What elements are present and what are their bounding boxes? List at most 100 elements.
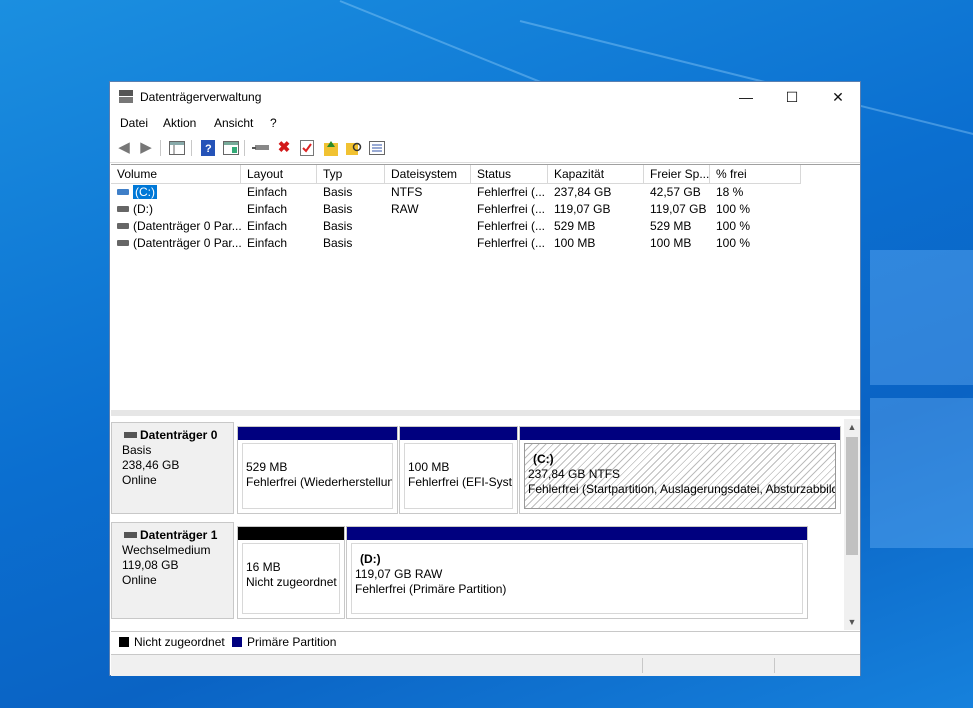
free-cell: 42,57 GB — [650, 185, 701, 199]
partition-size: 237,84 GB NTFS — [528, 467, 621, 481]
forward-icon[interactable]: ▶ — [136, 138, 156, 158]
filesystem-cell: NTFS — [391, 185, 423, 199]
filesystem-cell — [385, 218, 471, 235]
percent-cell: 100 % — [716, 202, 751, 216]
partition-size: 119,07 GB RAW — [355, 567, 443, 581]
layout-cell: Einfach — [247, 219, 288, 233]
column-layout[interactable]: Layout — [241, 165, 317, 183]
help-icon[interactable]: ? — [198, 138, 218, 158]
partition-size: 529 MB — [246, 460, 288, 474]
disk-management-window: Datenträgerverwaltung — ☐ ✕ Datei Aktion… — [109, 81, 861, 676]
maximize-button[interactable]: ☐ — [769, 82, 815, 112]
wallpaper-pane — [870, 250, 973, 385]
title-bar[interactable]: Datenträgerverwaltung — ☐ ✕ — [110, 82, 860, 112]
legend-label-primary: Primäre Partition — [247, 635, 337, 649]
capacity-cell: 119,07 GB — [554, 202, 611, 216]
layout-cell: Einfach — [247, 202, 288, 216]
move-up-icon[interactable] — [321, 138, 341, 158]
volume-list[interactable]: Volume Layout Typ Dateisystem Status Kap… — [111, 164, 860, 411]
status-cell: Fehlerfrei (... — [477, 185, 546, 199]
disk-management-icon — [119, 90, 133, 103]
delete-icon[interactable]: ✖ — [274, 138, 294, 158]
percent-cell: 100 % — [716, 236, 751, 250]
close-button[interactable]: ✕ — [815, 82, 861, 112]
partition-title: (D:) — [360, 552, 381, 566]
filesystem-cell: RAW — [391, 202, 419, 216]
column-dateisystem[interactable]: Dateisystem — [385, 165, 471, 183]
status-cell: Fehlerfrei (... — [477, 236, 546, 250]
volume-name: (D:) — [133, 202, 153, 216]
filesystem-cell — [385, 235, 471, 252]
partition-status: Fehlerfrei (Primäre Partition) — [355, 582, 507, 596]
list-header: Volume Layout Typ Dateisystem Status Kap… — [111, 165, 801, 184]
svg-text:?: ? — [205, 143, 212, 155]
legend-swatch-primary — [232, 637, 242, 647]
disk-size: 119,08 GB — [122, 558, 179, 572]
status-cell: Fehlerfrei (... — [477, 219, 546, 233]
column-freier-speicher[interactable]: Freier Sp... — [644, 165, 710, 183]
table-row[interactable]: (D:) Einfach Basis RAW Fehlerfrei (... 1… — [111, 201, 801, 218]
scroll-thumb[interactable] — [846, 437, 858, 555]
wallpaper-pane — [870, 398, 973, 548]
percent-cell: 100 % — [716, 219, 751, 233]
disk-type: Basis — [122, 443, 152, 457]
column-status[interactable]: Status — [471, 165, 548, 183]
column-kapazitaet[interactable]: Kapazität — [548, 165, 644, 183]
partition-status: Fehlerfrei (Startpartition, Auslagerungs… — [528, 482, 836, 496]
view-icon[interactable] — [221, 138, 241, 158]
partition-recovery[interactable]: 529 MB Fehlerfrei (Wiederherstellun — [237, 426, 398, 514]
volume-name: (Datenträger 0 Par... — [133, 236, 241, 250]
properties-icon[interactable] — [297, 138, 317, 158]
back-icon[interactable]: ◀ — [114, 138, 134, 158]
menu-bar: Datei Aktion Ansicht ? — [110, 112, 860, 134]
percent-cell: 18 % — [716, 185, 744, 199]
partition-size: 16 MB — [246, 560, 281, 574]
minimize-button[interactable]: — — [723, 82, 769, 112]
disk-size: 238,46 GB — [122, 458, 180, 472]
disk-state: Online — [122, 473, 157, 487]
vertical-scrollbar[interactable]: ▲ ▼ — [844, 419, 860, 630]
toolbar: ◀ ▶ ? ✖ — [110, 134, 860, 163]
partition-status: Nicht zugeordnet — [246, 575, 337, 589]
menu-ansicht[interactable]: Ansicht — [214, 116, 253, 130]
layout-cell: Einfach — [247, 236, 288, 250]
connect-icon[interactable] — [251, 138, 271, 158]
disk-name: Datenträger 0 — [122, 428, 233, 443]
volume-name: (Datenträger 0 Par... — [133, 219, 241, 233]
layout-cell: Einfach — [247, 185, 288, 199]
disk-graph-pane: Datenträger 0 Basis 238,46 GB Online 529… — [111, 416, 860, 630]
table-row[interactable]: (C:) Einfach Basis NTFS Fehlerfrei (... … — [111, 184, 801, 201]
partition-d[interactable]: (D:) 119,07 GB RAW Fehlerfrei (Primäre P… — [346, 526, 808, 619]
menu-datei[interactable]: Datei — [120, 116, 148, 130]
partition-size: 100 MB — [408, 460, 450, 474]
disk-0-label[interactable]: Datenträger 0 Basis 238,46 GB Online — [111, 422, 234, 514]
disk-state: Online — [122, 573, 157, 587]
status-bar — [111, 654, 860, 676]
scroll-up-icon[interactable]: ▲ — [844, 419, 860, 435]
partition-title: (C:) — [533, 452, 554, 466]
column-prozent-frei[interactable]: % frei — [710, 165, 801, 183]
partition-c[interactable]: (C:) 237,84 GB NTFS Fehlerfrei (Startpar… — [519, 426, 841, 514]
partition-unallocated[interactable]: 16 MB Nicht zugeordnet — [237, 526, 345, 619]
menu-aktion[interactable]: Aktion — [163, 116, 196, 130]
scroll-down-icon[interactable]: ▼ — [844, 614, 860, 630]
column-typ[interactable]: Typ — [317, 165, 385, 183]
capacity-cell: 100 MB — [554, 236, 596, 250]
status-cell: Fehlerfrei (... — [477, 202, 546, 216]
find-icon[interactable] — [344, 138, 364, 158]
disk-1-label[interactable]: Datenträger 1 Wechselmedium 119,08 GB On… — [111, 522, 234, 619]
table-row[interactable]: (Datenträger 0 Par... Einfach Basis Fehl… — [111, 218, 801, 235]
typ-cell: Basis — [323, 219, 353, 233]
free-cell: 529 MB — [650, 219, 692, 233]
table-row[interactable]: (Datenträger 0 Par... Einfach Basis Fehl… — [111, 235, 801, 252]
console-tree-icon[interactable] — [167, 138, 187, 158]
column-volume[interactable]: Volume — [111, 165, 241, 183]
list-icon[interactable] — [367, 138, 387, 158]
disk-name: Datenträger 1 — [122, 528, 233, 543]
disk-type: Wechselmedium — [122, 543, 211, 557]
menu-help[interactable]: ? — [270, 116, 277, 130]
partition-efi[interactable]: 100 MB Fehlerfrei (EFI-Syste — [399, 426, 518, 514]
volume-name: (C:) — [133, 185, 157, 199]
partition-status: Fehlerfrei (EFI-Syste — [408, 475, 513, 489]
capacity-cell: 237,84 GB — [554, 185, 612, 199]
